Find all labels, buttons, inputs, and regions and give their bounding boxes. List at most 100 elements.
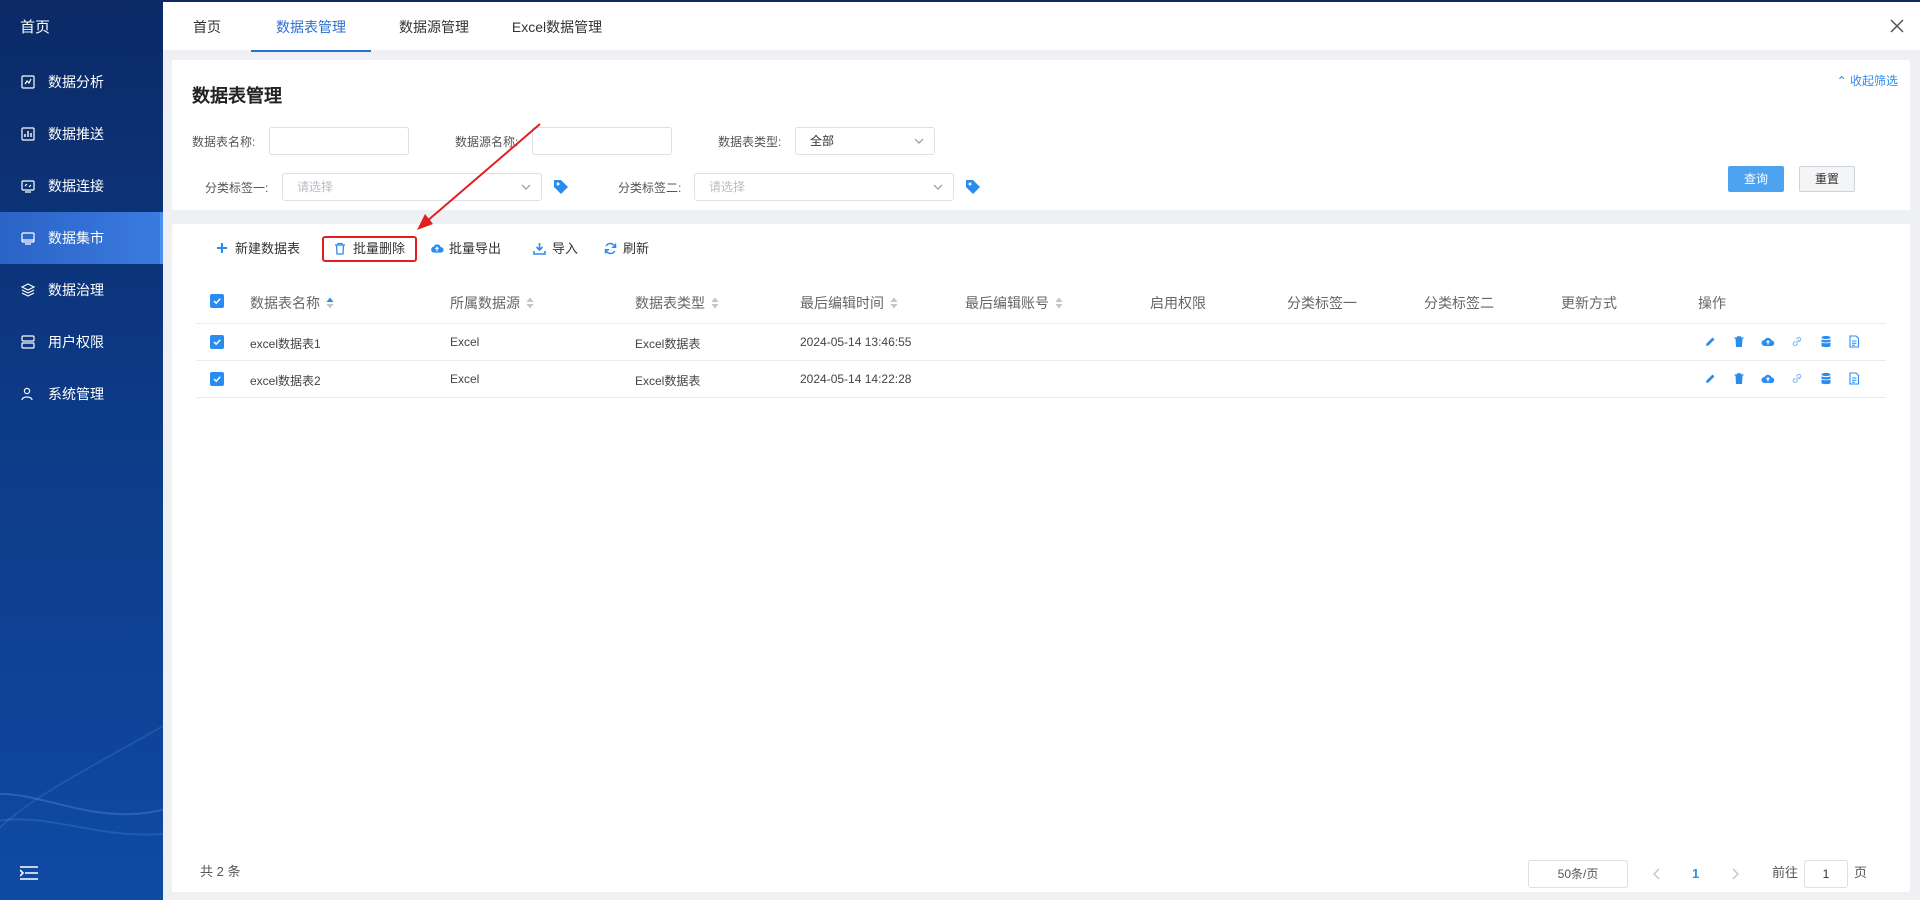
cell-source: Excel [450, 335, 480, 349]
table-name-input[interactable] [269, 127, 409, 155]
refresh-button[interactable]: 刷新 [604, 238, 649, 260]
tag2-select[interactable]: 请选择 [694, 173, 954, 201]
column-header-update-mode: 更新方式 [1561, 295, 1617, 311]
check-icon [213, 298, 221, 305]
sidebar-item-label: 数据集市 [48, 230, 104, 246]
trash-icon [334, 242, 348, 256]
tab-excel-management[interactable]: Excel数据管理 [497, 2, 617, 52]
database-icon[interactable] [1820, 335, 1832, 348]
page-title: 数据表管理 [192, 86, 282, 106]
tab-table-management[interactable]: 数据表管理 [251, 2, 371, 52]
document-icon[interactable] [1848, 335, 1860, 348]
column-header-edit-account[interactable]: 最后编辑账号 [965, 293, 1063, 313]
refresh-icon [604, 242, 618, 256]
column-header-table-type[interactable]: 数据表类型 [635, 293, 719, 313]
permission-icon [20, 334, 36, 350]
check-icon [213, 376, 221, 383]
table-panel: 新建数据表 批量删除 批量导出 导入 刷新 数据表名称 所属数据源 数据表类型 [172, 224, 1910, 892]
column-header-actions: 操作 [1698, 295, 1726, 311]
sidebar-item-label: 数据推送 [48, 126, 104, 142]
chevron-up-icon: ⌃ [1836, 74, 1847, 88]
delete-icon[interactable] [1733, 335, 1745, 348]
edit-icon[interactable] [1704, 372, 1716, 385]
sidebar-item-user-permission[interactable]: 用户权限 [0, 316, 163, 368]
document-icon[interactable] [1848, 372, 1860, 385]
link-icon[interactable] [1791, 335, 1803, 348]
cell-table-name: excel数据表1 [250, 337, 321, 351]
sidebar-item-label: 数据连接 [48, 178, 104, 194]
sort-icon[interactable] [326, 297, 334, 309]
source-name-input[interactable] [532, 127, 672, 155]
cloud-upload-icon[interactable] [1761, 372, 1775, 385]
table-row[interactable]: excel数据表1 Excel Excel数据表 2024-05-14 13:4… [196, 324, 1886, 361]
table-row[interactable]: excel数据表2 Excel Excel数据表 2024-05-14 14:2… [196, 361, 1886, 398]
sort-icon[interactable] [890, 297, 898, 309]
cell-table-type: Excel数据表 [635, 374, 701, 388]
column-header-edit-time[interactable]: 最后编辑时间 [800, 293, 898, 313]
row-checkbox[interactable] [210, 335, 224, 349]
goto-suffix: 页 [1854, 865, 1868, 880]
link-icon[interactable] [1791, 372, 1803, 385]
sort-icon[interactable] [711, 297, 719, 309]
sidebar-item-label: 数据分析 [48, 74, 104, 90]
plus-icon [216, 242, 230, 256]
edit-icon[interactable] [1704, 335, 1716, 348]
cloud-upload-icon[interactable] [1761, 335, 1775, 348]
page-number[interactable]: 1 [1692, 866, 1699, 881]
close-icon[interactable] [1888, 17, 1906, 35]
sort-icon[interactable] [1055, 297, 1063, 309]
query-button[interactable]: 查询 [1728, 166, 1784, 192]
new-table-button[interactable]: 新建数据表 [216, 238, 300, 260]
sidebar-wave-decoration [0, 724, 163, 836]
sidebar-item-label: 数据治理 [48, 282, 104, 298]
sidebar-item-data-governance[interactable]: 数据治理 [0, 264, 163, 316]
sidebar-home[interactable]: 首页 [0, 0, 163, 56]
user-gear-icon [20, 386, 36, 402]
batch-export-button[interactable]: 批量导出 [430, 238, 501, 260]
sidebar-item-data-push[interactable]: 数据推送 [0, 108, 163, 160]
sidebar-item-system-management[interactable]: 系统管理 [0, 368, 163, 420]
cell-table-name: excel数据表2 [250, 374, 321, 388]
chevron-right-icon[interactable] [1730, 868, 1740, 880]
chart-icon [20, 74, 36, 90]
select-all-checkbox[interactable] [210, 294, 224, 308]
goto-page-input[interactable]: 1 [1804, 860, 1848, 888]
sidebar: 首页 数据分析 数据推送 数据连接 数据集市 数据治理 用户权限 系统管理 [0, 0, 163, 900]
reset-button[interactable]: 重置 [1799, 166, 1855, 192]
sidebar-item-data-analysis[interactable]: 数据分析 [0, 56, 163, 108]
delete-icon[interactable] [1733, 372, 1745, 385]
collapse-filter-button[interactable]: ⌃ 收起筛选 [1837, 72, 1898, 89]
tab-source-management[interactable]: 数据源管理 [379, 2, 489, 52]
table-name-label: 数据表名称: [192, 135, 256, 149]
batch-delete-button[interactable]: 批量删除 [322, 236, 418, 262]
tag1-select[interactable]: 请选择 [282, 173, 542, 201]
check-icon [213, 339, 221, 346]
monitor-icon [20, 230, 36, 246]
tab-home[interactable]: 首页 [177, 2, 237, 52]
row-checkbox[interactable] [210, 372, 224, 386]
cloud-upload-icon [430, 242, 444, 256]
source-name-label: 数据源名称: [455, 135, 519, 149]
sidebar-item-data-connect[interactable]: 数据连接 [0, 160, 163, 212]
top-tab-bar: 首页 数据表管理 数据源管理 Excel数据管理 [163, 0, 1920, 52]
cell-edit-time: 2024-05-14 13:46:55 [800, 335, 912, 349]
menu-collapse-icon[interactable] [20, 866, 38, 880]
column-header-table-name[interactable]: 数据表名称 [250, 293, 334, 313]
chevron-left-icon[interactable] [1652, 868, 1662, 880]
sidebar-item-label: 系统管理 [48, 386, 104, 402]
tag2-label: 分类标签二: [618, 181, 682, 195]
tag-icon[interactable] [964, 178, 982, 196]
tag-icon[interactable] [552, 178, 570, 196]
column-header-source[interactable]: 所属数据源 [450, 293, 534, 313]
chevron-down-icon [914, 138, 924, 144]
sidebar-item-data-mart[interactable]: 数据集市 [0, 212, 163, 264]
layers-icon [20, 282, 36, 298]
download-icon [533, 242, 547, 256]
column-header-tag1: 分类标签一 [1287, 295, 1357, 311]
column-header-tag2: 分类标签二 [1424, 295, 1494, 311]
page-size-select[interactable]: 50条/页 [1528, 860, 1628, 888]
table-type-select[interactable]: 全部 [795, 127, 935, 155]
sort-icon[interactable] [526, 297, 534, 309]
import-button[interactable]: 导入 [533, 238, 578, 260]
database-icon[interactable] [1820, 372, 1832, 385]
